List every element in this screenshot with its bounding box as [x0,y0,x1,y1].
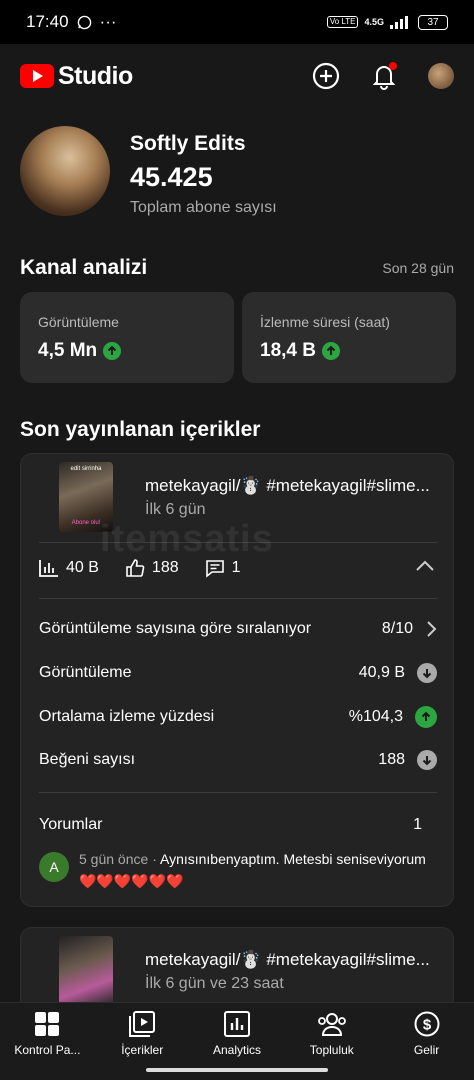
thumb-up-icon [126,559,145,577]
ranking-value: 8/10 [381,620,413,637]
nav-community-label: Topluluk [309,1043,354,1057]
bar-chart-icon [39,560,58,577]
watch-time-card[interactable]: İzlenme süresi (saat) 18,4 B [242,292,456,383]
comments-label: Yorumlar [39,816,103,833]
thumbnail-caption-top: edit sirrinha [70,466,102,472]
avg-watch-value: %104,3 [348,708,403,725]
nav-dashboard[interactable]: Kontrol Pa... [0,1003,95,1080]
channel-avatar[interactable] [20,126,110,216]
comment-icon [205,560,224,578]
trend-up-icon [415,706,437,728]
video-period: İlk 6 gün [145,501,206,518]
comments-stat: 1 [205,558,241,578]
trend-down-icon [417,750,437,770]
battery-icon: 37 [418,14,448,30]
nav-content-label: İçerikler [121,1043,164,1057]
earn-icon: $ [414,1011,440,1037]
nav-analytics-label: Analytics [212,1043,261,1057]
more-notifications-icon: ··· [99,12,117,31]
collapse-button[interactable] [415,559,435,577]
watch-time-label: İzlenme süresi (saat) [260,314,390,330]
channel-header: Softly Edits 45.425 Toplam abone sayısı [20,126,454,226]
trend-down-icon [417,663,437,683]
recent-content-title: Son yayınlanan içerikler [20,418,261,441]
community-icon [317,1013,346,1036]
views-value: 4,5 Mn [38,340,98,361]
subscriber-count: 45.425 [130,162,213,192]
top-comment[interactable]: A 5 gün önce · Aynısınıbenyaptım. Metesb… [39,848,437,892]
avg-watch-label: Ortalama izleme yüzdesi [39,708,215,725]
commenter-avatar: A [39,852,69,882]
chevron-right-icon [427,621,437,637]
comment-time: 5 gün önce [79,851,149,867]
comments-total: 1 [413,816,422,833]
signal-icon [390,16,408,29]
status-bar: 17:40 ··· Vo LTE 4.5G 37 [0,0,474,44]
views-card[interactable]: Görüntüleme 4,5 Mn [20,292,234,383]
nav-earn[interactable]: $ Gelir [379,1003,474,1080]
app-name: Studio [58,61,133,90]
studio-logo[interactable]: Studio [20,62,133,91]
views-metric-label: Görüntüleme [39,664,132,681]
subscriber-label: Toplam abone sayısı [130,199,277,216]
likes-metric-row: Beğeni sayısı 188 [39,750,437,770]
views-metric-value: 40,9 B [358,664,405,681]
likes-metric-value: 188 [378,751,405,768]
app-header: Studio [0,44,474,108]
dashboard-icon [35,1012,60,1036]
home-indicator [146,1068,328,1072]
views-metric-row: Görüntüleme 40,9 B [39,663,437,683]
analytics-period: Son 28 gün [382,260,454,276]
analytics-icon [223,1011,250,1037]
channel-analytics-title: Kanal analizi [20,256,148,279]
account-avatar[interactable] [428,63,454,89]
add-circle-icon [312,62,340,90]
volte-badge: Vo LTE [326,16,359,28]
chevron-up-icon [416,560,434,571]
comment-separator: · [152,851,157,867]
divider [39,598,437,599]
views-stat: 40 B [39,559,99,577]
trend-up-icon [103,342,122,360]
notification-dot [389,62,397,70]
comments-count: 1 [231,559,241,576]
status-time: 17:40 [26,12,69,31]
trend-up-icon [321,342,340,360]
avg-watch-row: Ortalama izleme yüzdesi %104,3 [39,706,437,728]
watch-time-value: 18,4 B [260,340,316,361]
content-icon [129,1011,156,1037]
ranking-label: Görüntüleme sayısına göre sıralanıyor [39,620,312,637]
views-label: Görüntüleme [38,314,119,330]
video-quick-stats: 40 B 188 1 [39,558,437,578]
likes-metric-label: Beğeni sayısı [39,751,136,768]
video-thumbnail[interactable] [59,936,113,1006]
youtube-logo-icon [20,64,54,88]
nav-dashboard-label: Kontrol Pa... [14,1043,81,1057]
create-button[interactable] [312,62,340,90]
watermark: itemsatis [100,518,274,560]
video-title[interactable]: metekayagil/☃️ #metekayagil#slime... [145,950,437,970]
channel-name: Softly Edits [130,132,246,155]
whatsapp-icon [77,15,91,29]
notifications-button[interactable] [370,62,398,90]
likes-count: 188 [151,559,179,576]
ranking-row[interactable]: Görüntüleme sayısına göre sıralanıyor 8/… [39,620,437,638]
comments-header[interactable]: Yorumlar 1 [39,816,437,834]
nav-earn-label: Gelir [413,1043,440,1057]
views-count: 40 B [66,559,99,576]
video-title[interactable]: metekayagil/☃️ #metekayagil#slime... [145,476,437,496]
likes-stat: 188 [125,558,179,578]
network-type: 4.5G [364,17,384,27]
divider [39,792,437,793]
video-period: İlk 6 gün ve 23 saat [145,975,284,992]
svg-text:$: $ [422,1017,431,1034]
